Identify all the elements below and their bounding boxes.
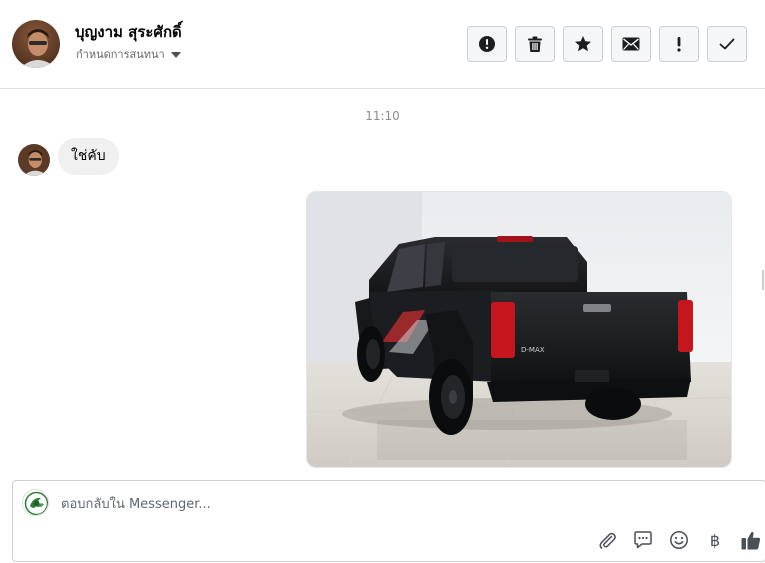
truck-photo-attachment[interactable]: D-MAX — [306, 191, 732, 468]
scrollbar-thumb[interactable] — [762, 270, 764, 290]
smiley-icon — [670, 531, 688, 549]
reply-composer: ฿ — [12, 480, 765, 562]
emoji-button[interactable] — [661, 528, 697, 552]
attach-file-button[interactable] — [589, 528, 625, 552]
contact-avatar[interactable] — [12, 20, 60, 68]
star-button[interactable] — [563, 26, 603, 62]
schedule-conversation-dropdown[interactable]: กำหนดการสนทนา — [76, 45, 181, 63]
contact-name[interactable]: บุญงาม สุระศักดิ์ — [75, 20, 182, 44]
checkmark-icon — [719, 38, 735, 50]
saved-replies-button[interactable] — [625, 528, 661, 552]
trash-icon — [528, 36, 542, 52]
delete-button[interactable] — [515, 26, 555, 62]
sender-avatar[interactable] — [18, 144, 50, 176]
mark-done-button[interactable] — [707, 26, 747, 62]
mark-spam-button[interactable] — [659, 26, 699, 62]
star-icon — [575, 36, 591, 52]
envelope-icon — [622, 37, 640, 51]
mark-unread-button[interactable] — [611, 26, 651, 62]
chat-bubble-icon — [634, 531, 652, 549]
alert-circle-icon — [479, 36, 495, 52]
caret-down-icon — [170, 51, 181, 58]
schedule-conversation-label: กำหนดการสนทนา — [76, 48, 165, 61]
page-logo-avatar — [22, 489, 49, 516]
svg-text:D-MAX: D-MAX — [521, 346, 545, 354]
payment-button[interactable]: ฿ — [697, 528, 733, 552]
message-timestamp: 11:10 — [365, 109, 400, 123]
header-actions — [467, 26, 747, 62]
like-button[interactable] — [733, 528, 765, 552]
incoming-message-bubble[interactable]: ใช่คับ — [58, 138, 119, 175]
composer-toolbar: ฿ — [589, 528, 765, 552]
messenger-inbox-panel: บุญงาม สุระศักดิ์ กำหนดการสนทนา 11:10 ใช… — [0, 0, 765, 563]
paperclip-icon — [599, 532, 616, 549]
baht-icon: ฿ — [709, 530, 721, 550]
exclamation-icon — [677, 37, 681, 52]
message-thread[interactable]: 11:10 ใช่คับ D-MAX — [0, 90, 765, 480]
conversation-header: บุญงาม สุระศักดิ์ กำหนดการสนทนา — [0, 0, 765, 89]
report-button[interactable] — [467, 26, 507, 62]
reply-input[interactable] — [61, 494, 561, 514]
thumbs-up-icon — [741, 531, 761, 550]
